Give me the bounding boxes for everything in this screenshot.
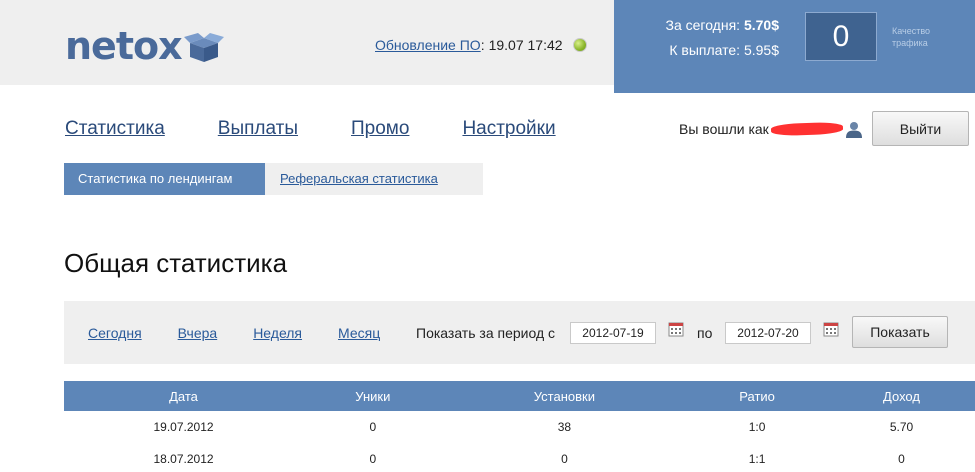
period-month-link[interactable]: Месяц — [338, 325, 380, 341]
table-cell-date: 19.07.2012 — [153, 420, 214, 434]
user-icon — [845, 122, 862, 138]
software-update-link[interactable]: Обновление ПО — [375, 37, 481, 53]
period-week-link[interactable]: Неделя — [253, 325, 302, 341]
column-header-date: Дата — [64, 381, 304, 411]
redacted-username — [770, 121, 843, 137]
update-colon: : — [480, 37, 485, 53]
traffic-quality-value: 0 — [805, 12, 877, 61]
stats-table: Дата Уники Установки Ратио Доход 19.07.2… — [64, 381, 975, 472]
logo-text: netox — [65, 24, 183, 68]
balance-today: За сегодня: 5.70$ — [665, 17, 779, 33]
table-cell-income: 5.70 — [889, 420, 914, 434]
table-cell-date: 18.07.2012 — [153, 452, 214, 466]
period-links: Сегодня Вчера Неделя Месяц — [88, 325, 416, 341]
nav-item-payouts[interactable]: Выплаты — [218, 118, 298, 140]
balance-payout: К выплате: 5.95$ — [669, 42, 779, 58]
main-nav: Статистика Выплаты Промо Настройки — [65, 118, 609, 140]
software-update: Обновление ПО : 19.07 17:42 — [375, 37, 587, 53]
balance-today-value: 5.70$ — [743, 17, 779, 33]
column-header-uniques: Уники — [303, 381, 443, 411]
show-button[interactable]: Показать — [852, 316, 948, 348]
period-yesterday-link[interactable]: Вчера — [178, 325, 218, 341]
table-cell-ratio: 1:0 — [748, 420, 766, 434]
table-cell-ratio: 1:1 — [748, 452, 766, 466]
table-header-row: Дата Уники Установки Ратио Доход — [64, 381, 975, 411]
date-to-input[interactable] — [725, 322, 811, 344]
period-label: Показать за период с — [416, 325, 556, 341]
balance-panel: За сегодня: 5.70$ К выплате: 5.95$ 0 Кач… — [614, 0, 975, 93]
status-ok-icon — [572, 38, 587, 52]
tab-referral-stats[interactable]: Реферальская статистика — [265, 163, 438, 195]
table-cell-installs: 38 — [557, 420, 572, 434]
table-cell-uniques: 0 — [369, 452, 377, 466]
logout-button[interactable]: Выйти — [872, 111, 969, 146]
traffic-quality-label: Качество трафика — [892, 26, 931, 48]
calendar-icon[interactable] — [823, 321, 839, 337]
table-row: 18.07.2012 0 0 1:1 0 — [64, 443, 975, 472]
logged-in-label: Вы вошли как — [679, 121, 769, 137]
column-header-ratio: Ратио — [686, 381, 829, 411]
to-label: по — [697, 325, 713, 341]
box-logo-icon — [183, 33, 224, 62]
table-cell-income: 0 — [898, 452, 905, 466]
period-today-link[interactable]: Сегодня — [88, 325, 142, 341]
login-info: Вы вошли как — [679, 120, 863, 138]
update-time: 19.07 17:42 — [488, 37, 563, 53]
table-cell-uniques: 0 — [369, 420, 377, 434]
table-cell-installs: 0 — [561, 452, 568, 466]
date-from-input[interactable] — [570, 322, 656, 344]
column-header-income: Доход — [828, 381, 975, 411]
balance-payout-label: К выплате: — [669, 42, 741, 58]
column-header-installs: Установки — [442, 381, 687, 411]
filter-bar: Сегодня Вчера Неделя Месяц Показать за п… — [64, 301, 975, 364]
balance-today-label: За сегодня: — [665, 17, 741, 33]
calendar-icon[interactable] — [668, 321, 684, 337]
tab-landing-stats[interactable]: Статистика по лендингам — [64, 163, 265, 195]
nav-item-statistics[interactable]: Статистика — [65, 118, 165, 140]
page-title: Общая статистика — [64, 248, 288, 278]
logo[interactable]: netox — [65, 26, 224, 66]
nav-item-promo[interactable]: Промо — [351, 118, 409, 140]
sub-nav: Статистика по лендингам Реферальская ста… — [64, 163, 483, 195]
table-row: 19.07.2012 0 38 1:0 5.70 — [64, 411, 975, 443]
nav-item-settings[interactable]: Настройки — [462, 118, 555, 140]
balance-payout-value: 5.95$ — [743, 42, 779, 58]
